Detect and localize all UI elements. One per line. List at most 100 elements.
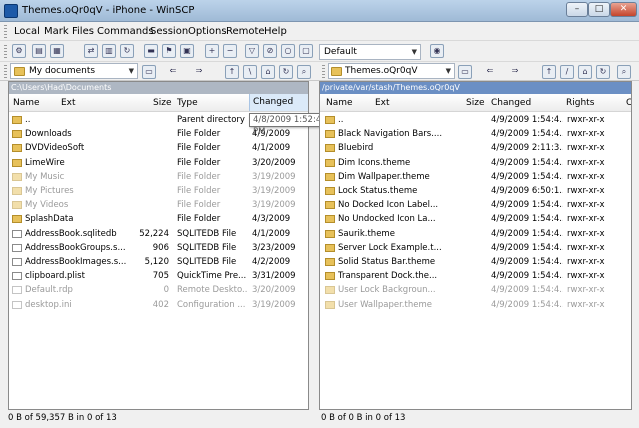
remote-file-row[interactable]: Black Navigation Bars.... 4/9/2009 1:54:4… <box>320 127 631 141</box>
local-file-row[interactable]: Default.rdp 0 Remote Deskto... 3/20/2009 <box>9 283 308 297</box>
right-back-icon[interactable]: ⇐ <box>483 65 497 79</box>
remote-file-row[interactable]: Solid Status Bar.theme 4/9/2009 1:54:4...… <box>320 255 631 269</box>
remote-file-name: Dim Wallpaper.theme <box>338 171 430 182</box>
right-home-icon[interactable]: ⌂ <box>578 65 592 79</box>
unselect-icon[interactable]: − <box>223 44 237 58</box>
left-parent-dir-icon[interactable]: ↑ <box>225 65 239 79</box>
remote-col-ext[interactable]: Ext <box>375 98 390 108</box>
menu-options[interactable]: Options <box>188 26 227 37</box>
menu-remote[interactable]: Remote <box>226 26 265 37</box>
left-forward-icon[interactable]: ⇒ <box>192 65 206 79</box>
remote-file-row[interactable]: User Wallpaper.theme 4/9/2009 1:54:4... rw… <box>320 298 631 312</box>
remote-file-row[interactable]: No Docked Icon Label... 4/9/2009 1:54:4..… <box>320 198 631 212</box>
right-refresh-icon[interactable]: ↻ <box>596 65 610 79</box>
remote-col-rights[interactable]: Rights <box>566 98 594 108</box>
local-file-row[interactable]: AddressBookImages.s... 5,120 SQLITEDB File… <box>9 255 308 269</box>
right-open-folder-icon[interactable]: ▭ <box>458 65 472 79</box>
remote-file-row[interactable]: Server Lock Example.t... 4/9/2009 1:54:4.… <box>320 241 631 255</box>
compare-icon[interactable]: ⇄ <box>84 44 98 58</box>
left-location-combo[interactable]: My documents ▼ <box>10 63 138 79</box>
right-parent-dir-icon[interactable]: ↑ <box>542 65 556 79</box>
remote-file-rights: rwxr-xr-x <box>567 299 605 310</box>
remote-status-text: 0 B of 0 B in 0 of 13 <box>321 413 406 423</box>
left-open-folder-icon[interactable]: ▭ <box>142 65 156 79</box>
remote-file-row[interactable]: Dim Wallpaper.theme 4/9/2009 1:54:4... rwx… <box>320 170 631 184</box>
more-toolbar-icon[interactable]: ▢ <box>299 44 313 58</box>
toolbar-grip-icon[interactable] <box>4 45 7 58</box>
left-nav-grip-icon[interactable] <box>4 65 7 78</box>
view-icon[interactable]: ▤ <box>32 44 46 58</box>
filter-icon[interactable]: ▽ <box>245 44 259 58</box>
remote-file-row[interactable]: Transparent Dock.the... 4/9/2009 1:54:4..… <box>320 269 631 283</box>
remote-file-row[interactable]: User Lock Backgroun... 4/9/2009 1:54:4...… <box>320 283 631 297</box>
left-home-icon[interactable]: ⌂ <box>261 65 275 79</box>
local-file-row[interactable]: SplashData File Folder 4/3/2009 <box>9 212 308 226</box>
preferences-gear-icon[interactable]: ⚙ <box>12 44 26 58</box>
local-file-row[interactable]: clipboard.plist 705 QuickTime Pre... 3/31/2… <box>9 269 308 283</box>
menu-commands[interactable]: Commands <box>97 26 154 37</box>
maximize-button[interactable]: □ <box>588 2 610 17</box>
left-refresh-icon[interactable]: ↻ <box>279 65 293 79</box>
remote-folder-icon <box>331 67 342 76</box>
refresh-sync-icon[interactable]: ↻ <box>120 44 134 58</box>
right-forward-icon[interactable]: ⇒ <box>508 65 522 79</box>
left-find-icon[interactable]: ⌕ <box>297 65 311 79</box>
local-file-name: Downloads <box>25 129 72 140</box>
local-file-row[interactable]: AddressBookGroups.s... 906 SQLITEDB File 3/… <box>9 241 308 255</box>
menu-mark[interactable]: Mark <box>44 26 69 37</box>
remote-col-size[interactable]: Size <box>466 98 484 108</box>
select-icon[interactable]: + <box>205 44 219 58</box>
local-col-name[interactable]: Name <box>13 98 40 108</box>
remote-file-panel[interactable]: /private/var/stash/Themes.oQr0qV Name Ex… <box>319 81 632 410</box>
right-root-dir-icon[interactable]: / <box>560 65 574 79</box>
invert-selection-icon[interactable]: ⊘ <box>263 44 277 58</box>
session-icon[interactable]: ▣ <box>180 44 194 58</box>
queue-icon[interactable]: ▦ <box>50 44 64 58</box>
folder-icon <box>12 201 22 210</box>
menu-help[interactable]: Help <box>264 26 287 37</box>
local-file-row[interactable]: DVDVideoSoft File Folder 4/1/2009 <box>9 141 308 155</box>
local-file-row[interactable]: LimeWire File Folder 3/20/2009 <box>9 156 308 170</box>
remote-file-row[interactable]: No Undocked Icon La... 4/9/2009 1:54:4...… <box>320 212 631 226</box>
local-file-row[interactable]: My Videos File Folder 3/19/2009 <box>9 198 308 212</box>
remote-file-row[interactable]: .. 4/9/2009 1:54:4... rwxr-xr-x <box>320 113 631 127</box>
local-file-row[interactable]: My Music File Folder 3/19/2009 <box>9 170 308 184</box>
menu-local[interactable]: Local <box>14 26 40 37</box>
right-nav-grip-icon[interactable] <box>322 65 325 78</box>
menu-bar: Local Mark Files Commands Session Option… <box>0 22 639 41</box>
clear-selection-icon[interactable]: ○ <box>281 44 295 58</box>
remote-file-row[interactable]: Saurik.theme 4/9/2009 1:54:4... rwxr-xr-x <box>320 227 631 241</box>
local-file-name: My Videos <box>25 200 69 211</box>
transfer-settings-combo[interactable]: Default ▼ <box>319 44 421 60</box>
right-location-combo[interactable]: Themes.oQr0qV ▼ <box>328 63 455 79</box>
left-back-icon[interactable]: ⇐ <box>166 65 180 79</box>
local-col-type[interactable]: Type <box>177 98 198 108</box>
local-file-name: DVDVideoSoft <box>25 143 85 154</box>
remote-file-row[interactable]: Lock Status.theme 4/9/2009 6:50:1... rwxr-… <box>320 184 631 198</box>
console-icon[interactable]: ▬ <box>144 44 158 58</box>
local-col-ext[interactable]: Ext <box>61 98 76 108</box>
local-col-changed[interactable]: Changed <box>249 94 308 111</box>
remote-file-changed: 4/9/2009 1:54:4... <box>491 214 563 225</box>
local-file-row[interactable]: AddressBook.sqlitedb 52,224 SQLITEDB File 4… <box>9 227 308 241</box>
menu-files[interactable]: Files <box>72 26 94 37</box>
remote-col-attr[interactable]: C <box>626 98 631 108</box>
remote-file-name: Server Lock Example.t... <box>338 242 442 253</box>
remote-file-row[interactable]: Dim Icons.theme 4/9/2009 1:54:4... rwxr-xr… <box>320 156 631 170</box>
local-file-row[interactable]: desktop.ini 402 Configuration ... 3/19/2009 <box>9 298 308 312</box>
close-button[interactable]: ✕ <box>610 2 637 17</box>
local-col-size[interactable]: Size <box>153 98 171 108</box>
menu-session[interactable]: Session <box>150 26 188 37</box>
remote-col-name[interactable]: Name <box>326 98 353 108</box>
putty-icon[interactable]: ⚑ <box>162 44 176 58</box>
local-file-row[interactable]: My Pictures File Folder 3/19/2009 <box>9 184 308 198</box>
remote-file-row[interactable]: Bluebird 4/9/2009 2:11:3... rwxr-xr-x <box>320 141 631 155</box>
right-find-icon[interactable]: ⌕ <box>617 65 631 79</box>
menubar-grip-icon[interactable] <box>4 25 7 38</box>
minimize-button[interactable]: – <box>566 2 588 17</box>
left-root-dir-icon[interactable]: \ <box>243 65 257 79</box>
remote-col-changed[interactable]: Changed <box>491 98 531 108</box>
settings-globe-icon[interactable]: ◉ <box>430 44 444 58</box>
folder-icon <box>325 172 335 181</box>
synchronize-icon[interactable]: ▥ <box>102 44 116 58</box>
